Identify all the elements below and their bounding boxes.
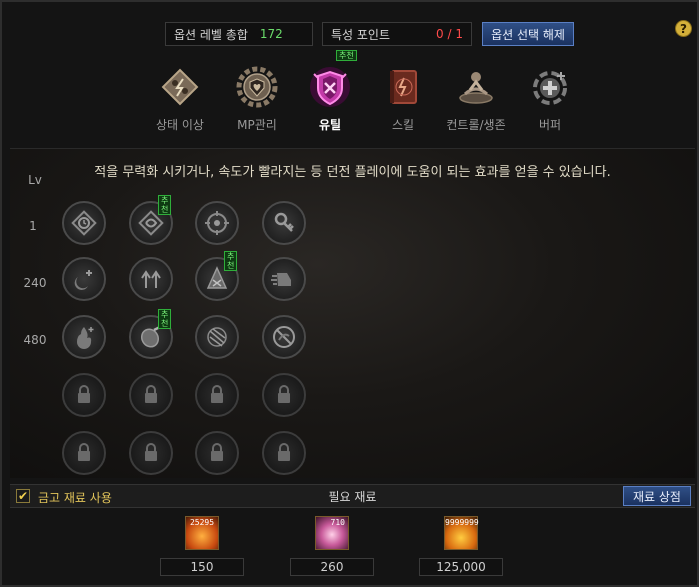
trait-node-1-3[interactable]: [195, 201, 239, 245]
net-trap-icon: [207, 327, 227, 347]
trait-node-locked: [195, 373, 239, 417]
recommend-badge: 추천: [336, 50, 357, 61]
tab-status-effect[interactable]: 상태 이상: [145, 66, 215, 133]
material-shop-button[interactable]: 재료 상점: [623, 486, 691, 506]
tab-buffer[interactable]: 버퍼: [515, 66, 585, 133]
gold-coins-icon: 9999999: [444, 516, 479, 550]
trait-node-3-3[interactable]: [195, 315, 239, 359]
option-level-total: 옵션 레벨 총합 172: [165, 22, 313, 46]
material-stock: 25295: [189, 518, 215, 527]
tab-label: 스킬: [391, 118, 415, 132]
level-header: Lv: [28, 173, 42, 187]
trait-node-locked: [262, 373, 306, 417]
utility-shield-icon: [309, 66, 351, 108]
trait-window: 옵션 레벨 총합 172 특성 포인트 0 / 1 옵션 선택 해제 ? 상태 …: [0, 0, 699, 587]
key-icon: [274, 212, 294, 232]
tab-skill[interactable]: 스킬: [368, 66, 438, 133]
time-stop-icon: [71, 210, 97, 236]
trait-node-1-1[interactable]: [62, 201, 106, 245]
materials-bar: ✔ 금고 재료 사용 필요 재료 재료 상점: [10, 484, 695, 508]
use-vault-materials-checkbox[interactable]: ✔: [16, 489, 30, 503]
skill-book-icon: [382, 66, 424, 108]
trait-node-3-4[interactable]: [262, 315, 306, 359]
trait-points-label: 특성 포인트: [331, 27, 391, 42]
orange-crystal-icon: 25295: [185, 516, 219, 550]
use-vault-materials-label: 금고 재료 사용: [38, 491, 112, 505]
release-selection-button[interactable]: 옵션 선택 해제: [482, 22, 574, 46]
option-level-value: 172: [259, 27, 283, 41]
tab-label: 컨트롤/생존: [446, 118, 506, 132]
recommend-badge: 추천: [158, 309, 172, 329]
arrows-up-icon: [141, 270, 161, 288]
lock-icon: [145, 443, 157, 461]
trait-node-2-4[interactable]: [262, 257, 306, 301]
trait-node-locked: [195, 431, 239, 475]
lock-icon: [278, 443, 290, 461]
tab-mp-management[interactable]: MP관리: [222, 66, 292, 133]
trait-node-3-2[interactable]: 추천: [129, 309, 173, 359]
lock-icon: [145, 385, 157, 403]
dash-boot-icon: [271, 273, 291, 286]
lock-icon: [78, 443, 90, 461]
trait-node-locked: [129, 431, 173, 475]
no-slow-icon: [273, 326, 295, 348]
trait-node-1-4[interactable]: [262, 201, 306, 245]
trait-points: 특성 포인트 0 / 1: [322, 22, 472, 46]
category-description: 적을 무력화 시키거나, 속도가 빨라지는 등 던전 플레이에 도움이 되는 효…: [94, 165, 611, 180]
buffer-plus-icon: [529, 66, 571, 108]
trait-node-locked: [129, 373, 173, 417]
tab-control-survival[interactable]: 컨트롤/생존: [441, 66, 511, 133]
tab-label: MP관리: [237, 118, 277, 132]
lock-icon: [211, 385, 223, 403]
target-clock-icon: [205, 211, 229, 235]
material-stock: 9999999: [445, 518, 479, 527]
option-level-label: 옵션 레벨 총합: [174, 27, 248, 42]
status-effect-icon: [159, 66, 201, 108]
level-label-480: 480: [23, 333, 47, 347]
material-stock: 710: [330, 518, 345, 527]
material-required-amount: 150: [160, 558, 244, 576]
material-required-amount: 125,000: [419, 558, 503, 576]
help-icon[interactable]: ?: [675, 20, 692, 37]
fire-burst-icon: [77, 327, 94, 349]
material-slot-1[interactable]: 25295 150: [160, 516, 244, 576]
trait-node-locked: [262, 431, 306, 475]
control-survival-icon: [455, 66, 497, 108]
trait-node-1-2[interactable]: 추천: [129, 195, 173, 245]
material-slot-2[interactable]: 710 260: [290, 516, 374, 576]
lock-icon: [278, 385, 290, 403]
trait-node-locked: [62, 431, 106, 475]
trait-points-value: 0 / 1: [436, 27, 463, 41]
trait-tree-panel: 적을 무력화 시키거나, 속도가 빨라지는 등 던전 플레이에 도움이 되는 효…: [10, 148, 695, 478]
material-slot-3[interactable]: 9999999 125,000: [419, 516, 503, 576]
material-required-amount: 260: [290, 558, 374, 576]
level-label-1: 1: [29, 219, 37, 233]
trait-node-2-2[interactable]: [129, 257, 173, 301]
pink-essence-icon: 710: [315, 516, 349, 550]
trait-node-2-1[interactable]: [62, 257, 106, 301]
level-label-240: 240: [23, 276, 47, 290]
trait-node-locked: [62, 373, 106, 417]
required-materials-title: 필요 재료: [328, 490, 377, 504]
lock-icon: [78, 385, 90, 403]
tab-label: 상태 이상: [156, 118, 204, 132]
recommend-badge: 추천: [224, 251, 238, 271]
trait-node-2-3[interactable]: 추천: [195, 251, 239, 301]
tab-label: 유틸: [318, 118, 342, 132]
lock-icon: [211, 443, 223, 461]
tab-label: 버퍼: [538, 118, 562, 132]
trait-node-3-1[interactable]: [62, 315, 106, 359]
recommend-badge: 추천: [158, 195, 172, 215]
mp-gear-shield-icon: [236, 66, 278, 108]
sparkle-moon-icon: [74, 270, 92, 290]
tab-utility[interactable]: 추천 유틸: [295, 50, 365, 133]
